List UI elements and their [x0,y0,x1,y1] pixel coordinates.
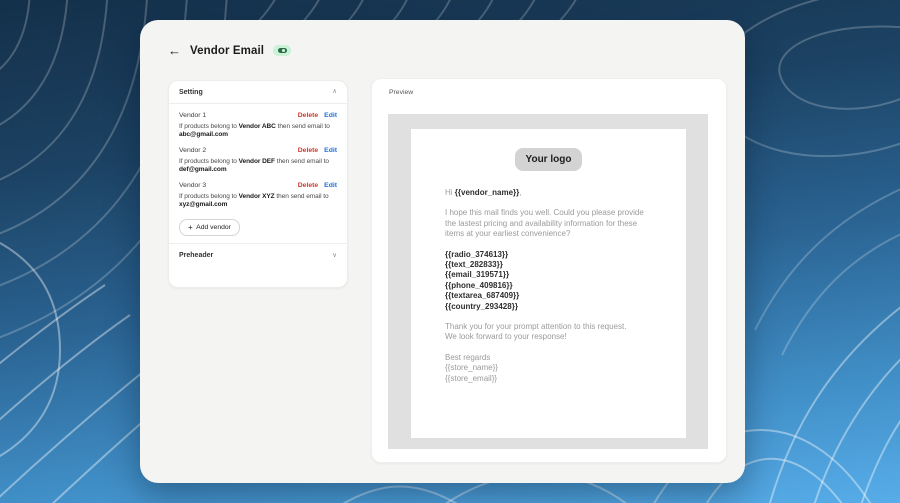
placeholder-variable: {{country_293428}} [445,302,652,312]
vendor-rule-description: If products belong to Vendor XYZ then se… [179,193,341,210]
divider [169,103,347,104]
page-header: ← Vendor Email [168,44,291,57]
vendor-name: Vendor 2 [179,147,206,154]
logo-placeholder: Your logo [515,148,583,171]
settings-panel: Setting ∧ Vendor 1 Delete Edit If produc… [168,80,348,288]
email-signature: Best regards {{store_name}} {{store_emai… [445,353,652,384]
email-greeting: Hi {{vendor_name}}, [445,188,652,198]
page-title: Vendor Email [190,45,264,57]
vendor-email-window: ← Vendor Email Setting ∧ Vendor 1 Delete… [140,20,745,483]
placeholder-variable: {{text_282833}} [445,260,652,270]
vendor-rule-1: Vendor 1 Delete Edit If products belong … [179,112,337,139]
vendor-rule-description: If products belong to Vendor ABC then se… [179,123,341,140]
add-vendor-button[interactable]: + Add vendor [179,219,240,236]
edit-vendor-button[interactable]: Edit [324,112,337,119]
delete-vendor-button[interactable]: Delete [298,147,318,154]
email-placeholder-list: {{radio_374613}} {{text_282833}} {{email… [445,250,652,312]
preview-title: Preview [389,89,413,96]
setting-section-header[interactable]: Setting ∧ [179,89,337,96]
edit-vendor-button[interactable]: Edit [324,182,337,189]
chevron-down-icon[interactable]: ∨ [332,253,337,260]
vendor-rule-description: If products belong to Vendor DEF then se… [179,158,341,175]
chevron-up-icon[interactable]: ∧ [332,89,337,96]
vendor-rule-3: Vendor 3 Delete Edit If products belong … [179,182,337,209]
placeholder-variable: {{email_319571}} [445,270,652,280]
vendor-email-address: xyz@gmail.com [179,201,341,209]
edit-vendor-button[interactable]: Edit [324,147,337,154]
preheader-section-header[interactable]: Preheader ∨ [179,244,337,259]
back-arrow-icon[interactable]: ← [168,44,181,57]
placeholder-variable: {{phone_409816}} [445,281,652,291]
add-vendor-label: Add vendor [196,224,231,231]
vendor-email-address: abc@gmail.com [179,131,341,139]
vendor-email-address: def@gmail.com [179,166,341,174]
email-status-badge[interactable] [273,45,291,56]
email-closing: Thank you for your prompt attention to t… [445,322,652,343]
vendor-name: Vendor 3 [179,182,206,189]
email-paragraph: I hope this mail finds you well. Could y… [445,208,652,239]
vendor-rule-2: Vendor 2 Delete Edit If products belong … [179,147,337,174]
vendor-name: Vendor 1 [179,112,206,119]
preheader-section-title: Preheader [179,252,213,259]
preview-panel: Preview Your logo Hi {{vendor_name}}, I … [371,78,727,463]
toggle-on-icon [278,48,287,53]
email-body: Hi {{vendor_name}}, I hope this mail fin… [445,188,652,384]
email-preview-backdrop: Your logo Hi {{vendor_name}}, I hope thi… [388,114,708,449]
email-preview-card: Your logo Hi {{vendor_name}}, I hope thi… [411,129,686,438]
delete-vendor-button[interactable]: Delete [298,112,318,119]
plus-icon: + [188,225,193,231]
placeholder-variable: {{textarea_687409}} [445,291,652,301]
setting-section-title: Setting [179,89,203,96]
placeholder-variable: {{radio_374613}} [445,250,652,260]
delete-vendor-button[interactable]: Delete [298,182,318,189]
